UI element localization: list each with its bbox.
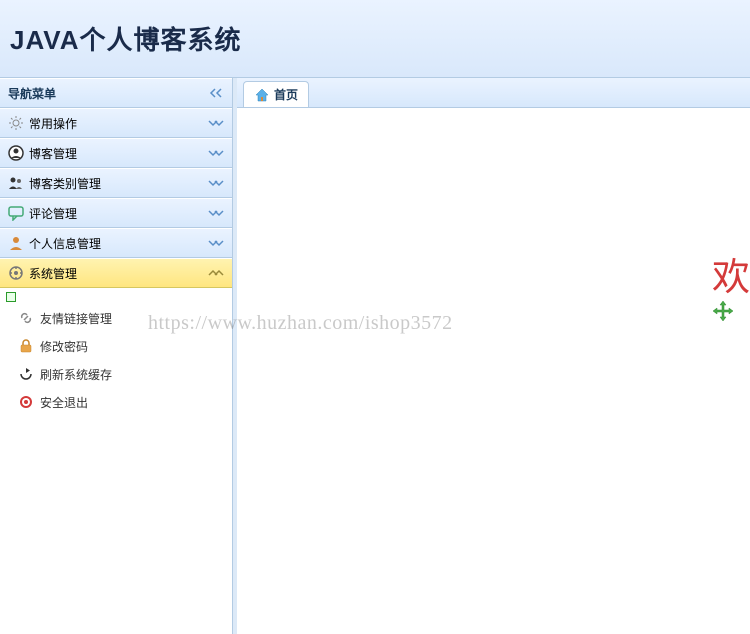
chevron-down-icon [208, 238, 224, 248]
person-icon [8, 235, 24, 251]
main-container: 导航菜单 常用操作 博客管理 [0, 78, 750, 634]
submenu-friendlinks[interactable]: 友情链接管理 [0, 304, 232, 332]
submenu-refresh-cache[interactable]: 刷新系统缓存 [0, 360, 232, 388]
panel-label: 博客类别管理 [29, 175, 101, 192]
comment-icon [8, 205, 24, 221]
submenu-label: 修改密码 [40, 338, 88, 355]
panel-comment-mgmt[interactable]: 评论管理 [0, 198, 232, 228]
panel-label: 评论管理 [29, 205, 77, 222]
tab-label: 首页 [274, 86, 298, 103]
sidebar-title-bar[interactable]: 导航菜单 [0, 78, 232, 108]
link-icon [18, 310, 34, 326]
collapse-sidebar-icon[interactable] [208, 88, 224, 98]
system-submenu: 友情链接管理 修改密码 刷新系统缓存 安全退出 [0, 288, 232, 418]
move-cursor-icon [712, 300, 734, 322]
submenu-label: 刷新系统缓存 [40, 366, 112, 383]
submenu-logout[interactable]: 安全退出 [0, 388, 232, 416]
content-area: 首页 欢 [233, 78, 750, 634]
panel-common-ops[interactable]: 常用操作 [0, 108, 232, 138]
system-icon [8, 265, 24, 281]
panel-label: 个人信息管理 [29, 235, 101, 252]
chevron-up-icon [208, 268, 224, 278]
tree-node-icon [6, 292, 16, 302]
tab-home[interactable]: 首页 [243, 81, 309, 107]
chevron-down-icon [208, 208, 224, 218]
panel-blog-category[interactable]: 博客类别管理 [0, 168, 232, 198]
app-title: JAVA个人博客系统 [10, 20, 242, 57]
chevron-down-icon [208, 178, 224, 188]
tab-bar: 首页 [237, 78, 750, 108]
app-header: JAVA个人博客系统 [0, 0, 750, 78]
power-icon [18, 394, 34, 410]
panel-profile-mgmt[interactable]: 个人信息管理 [0, 228, 232, 258]
users-icon [8, 175, 24, 191]
submenu-label: 友情链接管理 [40, 310, 112, 327]
submenu-change-password[interactable]: 修改密码 [0, 332, 232, 360]
sidebar-title: 导航菜单 [8, 85, 56, 102]
user-circle-icon [8, 145, 24, 161]
panel-label: 系统管理 [29, 265, 77, 282]
content-body: 欢 [237, 108, 750, 628]
refresh-icon [18, 366, 34, 382]
panel-label: 博客管理 [29, 145, 77, 162]
panel-blog-mgmt[interactable]: 博客管理 [0, 138, 232, 168]
chevron-down-icon [208, 148, 224, 158]
lock-icon [18, 338, 34, 354]
panel-system-mgmt[interactable]: 系统管理 [0, 258, 232, 288]
panel-label: 常用操作 [29, 115, 77, 132]
submenu-label: 安全退出 [40, 394, 88, 411]
gear-icon [8, 115, 24, 131]
home-icon [254, 87, 270, 103]
sidebar: 导航菜单 常用操作 博客管理 [0, 78, 233, 634]
welcome-text: 欢 [712, 246, 750, 301]
chevron-down-icon [208, 118, 224, 128]
